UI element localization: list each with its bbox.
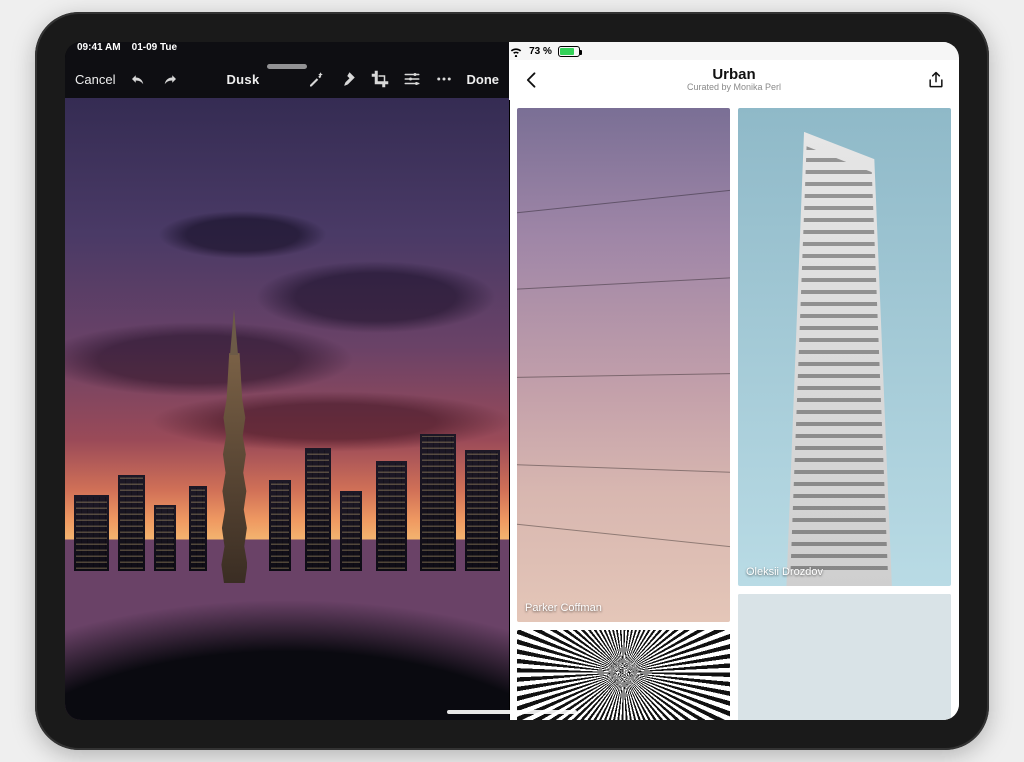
gallery-grid[interactable]: Parker Coffman Oleksii Drozdov Oleksii D…: [509, 100, 959, 720]
brush-icon[interactable]: [339, 70, 357, 88]
status-left: 09:41 AM 01-09 Tue: [77, 42, 509, 60]
done-button[interactable]: Done: [467, 72, 500, 87]
editor-title: Dusk: [226, 72, 259, 87]
gallery-thumb[interactable]: Oleksii Drozdov: [738, 594, 951, 720]
left-app-photo-editor: Cancel Dusk: [65, 42, 509, 720]
status-time: 09:41 AM: [77, 42, 121, 53]
sliders-icon[interactable]: [403, 70, 421, 88]
home-indicator[interactable]: [447, 710, 577, 714]
gallery-thumb[interactable]: Oleksii Drozdov: [517, 630, 730, 720]
redo-icon[interactable]: [161, 70, 179, 88]
status-bar: 09:41 AM 01-09 Tue 73 %: [65, 42, 959, 60]
gallery-subtitle: Curated by Monika Perl: [687, 82, 781, 93]
editor-canvas[interactable]: [65, 98, 509, 720]
gallery-title-block: Urban Curated by Monika Perl: [687, 67, 781, 93]
share-button[interactable]: [925, 69, 947, 91]
right-app-gallery: Urban Curated by Monika Perl Parker Coff…: [509, 42, 959, 720]
undo-icon[interactable]: [129, 70, 147, 88]
split-divider[interactable]: [509, 42, 510, 720]
ipad-frame: 09:41 AM 01-09 Tue 73 % Cancel: [35, 12, 989, 750]
gallery-navbar: Urban Curated by Monika Perl: [509, 60, 959, 100]
battery-icon: [558, 46, 580, 57]
wifi-icon: [509, 46, 523, 57]
ellipsis-icon[interactable]: [435, 70, 453, 88]
status-right: 73 %: [509, 42, 947, 60]
status-battery-percent: 73 %: [529, 46, 552, 57]
thumb-author: Parker Coffman: [525, 602, 602, 614]
status-date: 01-09 Tue: [132, 42, 177, 53]
editor-toolbar: Cancel Dusk: [65, 62, 509, 96]
cancel-button[interactable]: Cancel: [75, 72, 115, 87]
gallery-thumb[interactable]: Parker Coffman: [517, 108, 730, 622]
back-button[interactable]: [521, 69, 543, 91]
crop-icon[interactable]: [371, 70, 389, 88]
ipad-screen: 09:41 AM 01-09 Tue 73 % Cancel: [65, 42, 959, 720]
thumb-author: Oleksii Drozdov: [746, 566, 823, 578]
gallery-thumb[interactable]: Oleksii Drozdov: [738, 108, 951, 586]
gallery-title: Urban: [687, 67, 781, 82]
magic-wand-ml-icon[interactable]: [307, 70, 325, 88]
